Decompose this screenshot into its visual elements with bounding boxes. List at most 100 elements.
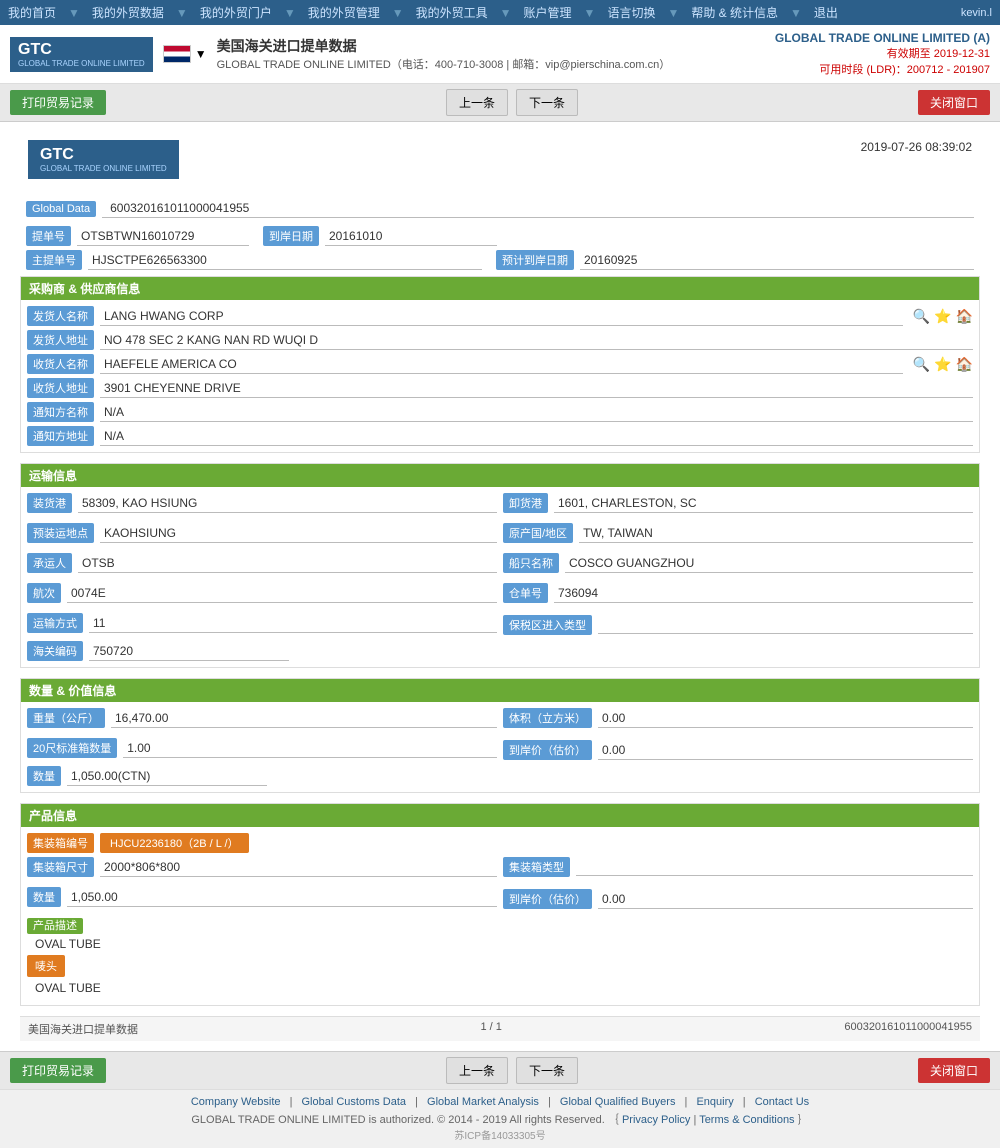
page-title: 美国海关进口提单数据 [217,36,671,56]
customs-label: 海关编码 [27,641,83,661]
bill-no-row: 提单号 OTSBTWN16010729 到岸日期 20161010 [26,226,497,246]
product-desc-label: 产品描述 [27,918,83,934]
arrival-date-value: 20161010 [325,227,497,246]
nav-account[interactable]: 账户管理 [524,4,572,21]
print-button[interactable]: 打印贸易记录 [10,90,106,115]
weight-value: 16,470.00 [111,709,497,728]
container-type-label: 集装箱类型 [503,857,570,877]
nav-manage[interactable]: 我的外贸管理 [308,4,380,21]
volume-value: 0.00 [598,709,973,728]
footer-link-enquiry[interactable]: Enquiry [696,1096,733,1108]
consignee-name-label: 收货人名称 [27,354,94,374]
home-icon-2[interactable]: 🏠 [956,356,973,373]
next-button[interactable]: 下一条 [516,89,578,116]
close-button[interactable]: 关闭窗口 [918,90,990,115]
nav-tools[interactable]: 我的外贸工具 [416,4,488,21]
prod-qty-row: 数量 1,050.00 [27,887,497,907]
qty-value: 1,050.00(CTN) [67,767,267,786]
manifest-label: 仓单号 [503,583,548,603]
bottom-print-button[interactable]: 打印贸易记录 [10,1058,106,1083]
bottom-prev-button[interactable]: 上一条 [446,1057,508,1084]
bottom-close-button[interactable]: 关闭窗口 [918,1058,990,1083]
consignee-addr-label: 收货人地址 [27,378,94,398]
transport-row: 运输方式 11 [27,613,497,633]
doc-header: GTC GLOBAL TRADE ONLINE LIMITED 2019-07-… [20,132,980,187]
prod-fob-row: 到岸价（估价） 0.00 [503,887,973,911]
voyage-row: 航次 0074E [27,583,497,603]
carrier-value: OTSB [78,554,497,573]
fob-value: 0.00 [598,741,973,760]
company-info: GLOBAL TRADE ONLINE LIMITED（电话：400-710-3… [217,56,671,72]
shipper-addr-value: NO 478 SEC 2 KANG NAN RD WUQI D [100,331,973,350]
prev-button[interactable]: 上一条 [446,89,508,116]
product-desc-section: 产品描述 OVAL TUBE 唛头 OVAL TUBE [27,917,973,999]
footer-links: Company Website | Global Customs Data | … [10,1096,990,1108]
bottom-next-button[interactable]: 下一条 [516,1057,578,1084]
privacy-link[interactable]: Privacy Policy [622,1114,690,1126]
master-bill-label: 主提单号 [26,250,82,270]
home-icon[interactable]: 🏠 [956,308,973,325]
shipper-addr-row: 发货人地址 NO 478 SEC 2 KANG NAN RD WUQI D [27,330,973,350]
footer-link-company[interactable]: Company Website [191,1096,281,1108]
consignee-addr-value: 3901 CHEYENNE DRIVE [100,379,973,398]
us-flag [163,45,191,63]
arrival-date-label: 到岸日期 [263,226,319,246]
volume-row: 体积（立方米） 0.00 [503,708,973,728]
footer-copyright: GLOBAL TRADE ONLINE LIMITED is authorize… [10,1111,990,1127]
terms-link[interactable]: Terms & Conditions [699,1114,794,1126]
qty-label: 数量 [27,766,61,786]
star-icon-2[interactable]: ⭐ [934,356,951,373]
bonded-label: 保税区进入类型 [503,615,592,635]
product-header: 产品信息 [21,804,979,827]
load-place-label: 预装运地点 [27,523,94,543]
nav-trade-data[interactable]: 我的外贸数据 [92,4,164,21]
nav-logout[interactable]: 退出 [814,4,838,21]
fob-row: 到岸价（估价） 0.00 [503,738,973,762]
vessel-row: 船只名称 COSCO GUANGZHOU [503,553,973,573]
vessel-value: COSCO GUANGZHOU [565,554,973,573]
footer-link-buyers[interactable]: Global Qualified Buyers [560,1096,676,1108]
search-icon-2[interactable]: 🔍 [913,356,930,373]
nav-language[interactable]: 语言切换 [607,4,655,21]
footer-link-market[interactable]: Global Market Analysis [427,1096,539,1108]
icp-number: 苏ICP备14033305号 [10,1127,990,1142]
dest-port-row: 卸货港 1601, CHARLESTON, SC [503,493,973,513]
global-data-section: Global Data 600320161011000041955 提单号 OT… [20,197,980,272]
consignee-addr-row: 收货人地址 3901 CHEYENNE DRIVE [27,378,973,398]
subscription-info: GLOBAL TRADE ONLINE LIMITED (A) 有效期至 201… [775,31,990,77]
nav-home[interactable]: 我的首页 [8,4,56,21]
footer-record-id: 600320161011000041955 [844,1021,972,1037]
global-data-row: Global Data 600320161011000041955 [20,197,980,220]
carrier-row: 承运人 OTSB [27,553,497,573]
buyer-seller-section: 采购商 & 供应商信息 发货人名称 LANG HWANG CORP 🔍 ⭐ 🏠 … [20,276,980,453]
shipper-addr-label: 发货人地址 [27,330,94,350]
footer-link-contact[interactable]: Contact Us [755,1096,809,1108]
star-icon[interactable]: ⭐ [934,308,951,325]
nav-links: 我的首页 ▼ 我的外贸数据 ▼ 我的外贸门户 ▼ 我的外贸管理 ▼ 我的外贸工具… [8,4,838,21]
bottom-toolbar: 打印贸易记录 上一条 下一条 关闭窗口 [0,1051,1000,1089]
prod-fob-label: 到岸价（估价） [503,889,592,909]
voyage-value: 0074E [67,584,497,603]
container-size-value: 2000*806*800 [100,858,497,877]
nav-help[interactable]: 帮助 & 统计信息 [691,4,778,21]
footer-page: 1 / 1 [480,1021,501,1037]
container-type-row: 集装箱类型 [503,857,973,877]
user-display: kevin.l [961,7,992,19]
marks-button[interactable]: 唛头 [27,955,65,977]
voyage-label: 航次 [27,583,61,603]
top-navigation: 我的首页 ▼ 我的外贸数据 ▼ 我的外贸门户 ▼ 我的外贸管理 ▼ 我的外贸工具… [0,0,1000,25]
weight-row: 重量（公斤） 16,470.00 [27,708,497,728]
notify-name-row: 通知方名称 N/A [27,402,973,422]
nav-portal[interactable]: 我的外贸门户 [200,4,272,21]
footer-link-customs[interactable]: Global Customs Data [302,1096,407,1108]
global-data-label: Global Data [26,201,96,217]
transport-label: 运输方式 [27,613,83,633]
search-icon[interactable]: 🔍 [913,308,930,325]
container-id-value: HJCU2236180（2B / L /） [100,833,249,853]
prod-fob-value: 0.00 [598,890,973,909]
dest-port-label: 卸货港 [503,493,548,513]
shipper-name-value: LANG HWANG CORP [100,307,903,326]
product-desc-value: OVAL TUBE [27,933,973,955]
load-place-row: 预装运地点 KAOHSIUNG [27,523,497,543]
master-bill-row: 主提单号 HJSCTPE626563300 预计到岸日期 20160925 [26,250,974,270]
